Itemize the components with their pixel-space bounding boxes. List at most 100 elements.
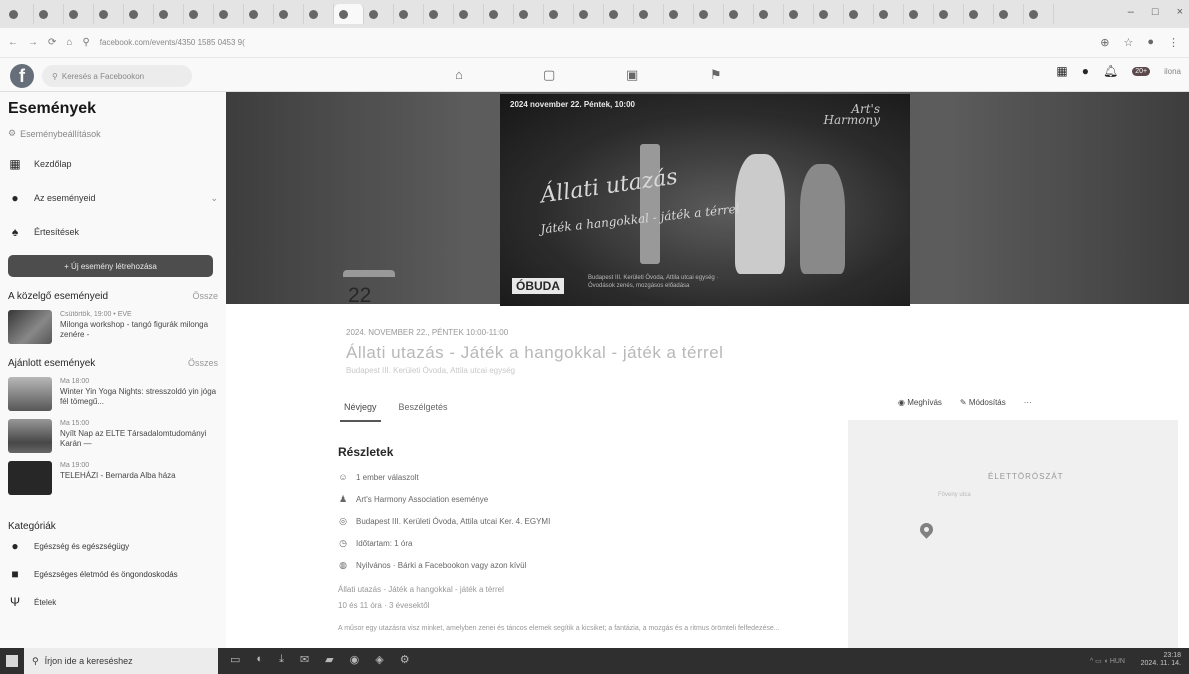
browser-tab[interactable]	[904, 4, 934, 24]
list-item[interactable]: Ma 15:00 Nyílt Nap az ELTE Társadalomtud…	[8, 419, 218, 453]
taskbar-icons: ▭ ◐ ⤓ ✉ ▰ ◉ ◈ ⚙	[230, 653, 410, 666]
list-item[interactable]: Csütörtök, 19:00 • EVE Milonga workshop …	[8, 310, 218, 344]
url-field[interactable]: facebook.com/events/4350 1585 0453 9(	[100, 38, 245, 47]
settings-icon[interactable]: ⚙	[400, 653, 410, 666]
chat-icon[interactable]: ✉	[300, 653, 309, 666]
event-text: Ma 15:00 Nyílt Nap az ELTE Társadalomtud…	[60, 419, 218, 449]
browser-tab[interactable]	[934, 4, 964, 24]
tab-discussion[interactable]: Beszélgetés	[395, 398, 452, 422]
browser-tab[interactable]	[154, 4, 184, 24]
user-name-tail[interactable]: ilona	[1164, 67, 1181, 76]
category-item[interactable]: Ψ Ételek	[8, 588, 218, 616]
system-clock[interactable]: 23:18 2024. 11. 14.	[1141, 652, 1181, 668]
map-pin-icon[interactable]	[917, 520, 936, 539]
clock-date: 2024. 11. 14.	[1140, 660, 1181, 667]
facebook-logo-icon[interactable]: f	[10, 64, 34, 88]
browser-tab[interactable]	[754, 4, 784, 24]
minimize-button[interactable]: –	[1128, 6, 1134, 18]
browser-tab[interactable]	[994, 4, 1024, 24]
sidebar-item-notifications[interactable]: ♠ Értesítések	[8, 215, 218, 249]
home-icon[interactable]: ⌂	[66, 37, 72, 48]
browser-tab[interactable]	[64, 4, 94, 24]
reload-icon[interactable]: ⟳	[48, 37, 56, 48]
browser-tab[interactable]	[364, 4, 394, 24]
browser-tab[interactable]	[694, 4, 724, 24]
event-map[interactable]: ÉLETTÖRÓSZÁT Föveny utca	[848, 420, 1178, 648]
browser-tab[interactable]	[184, 4, 214, 24]
browser-tab[interactable]	[394, 4, 424, 24]
detail-text[interactable]: Art's Harmony Association eseménye	[356, 495, 488, 504]
invite-button[interactable]: ◉ Meghívás	[898, 398, 942, 407]
event-settings-link[interactable]: ⚙ Eseménybeállítások	[8, 128, 218, 139]
browser-tab[interactable]	[664, 4, 694, 24]
close-button[interactable]: ×	[1177, 6, 1183, 18]
notifications-icon[interactable]: 🔔︎	[1103, 64, 1118, 78]
browser-tab[interactable]	[274, 4, 304, 24]
chrome-icon[interactable]: ◉	[350, 653, 360, 666]
browser-tab[interactable]	[424, 4, 454, 24]
browser-tab[interactable]	[334, 4, 364, 24]
browser-tab[interactable]	[814, 4, 844, 24]
create-event-button[interactable]: + Új esemény létrehozása	[8, 255, 213, 277]
browser-tab[interactable]	[514, 4, 544, 24]
list-item[interactable]: Ma 19:00 TELEHÁZI - Bernarda Alba háza	[8, 461, 218, 495]
browser-tab[interactable]	[544, 4, 574, 24]
browser-tab[interactable]	[784, 4, 814, 24]
browser-tab[interactable]	[244, 4, 274, 24]
taskbar-search-input[interactable]: ⚲ Írjon ide a kereséshez	[24, 648, 218, 674]
browser-tab[interactable]	[124, 4, 154, 24]
folder-icon[interactable]: ▰	[325, 653, 333, 666]
browser-tab[interactable]	[844, 4, 874, 24]
facebook-search-input[interactable]: ⚲ Keresés a Facebookon	[42, 65, 192, 87]
browser-tab[interactable]	[214, 4, 244, 24]
site-info-icon[interactable]: ⚲	[82, 37, 89, 48]
download-icon[interactable]: ⤓	[279, 653, 284, 666]
maximize-button[interactable]: □	[1152, 6, 1159, 18]
browser-tab[interactable]	[34, 4, 64, 24]
back-icon[interactable]: ←	[8, 37, 18, 48]
map-road-label: Föveny utca	[938, 492, 971, 498]
browser-tab[interactable]	[304, 4, 334, 24]
browser-tab[interactable]	[574, 4, 604, 24]
browser-tab[interactable]	[964, 4, 994, 24]
tab-favicon-icon	[189, 9, 198, 19]
home-nav-icon[interactable]: ⌂	[455, 67, 463, 82]
system-tray-icons[interactable]: ^ ▭ ◖ HUN	[1090, 657, 1125, 665]
sidebar-item-your-events[interactable]: ● Az eseményeid ⌄	[8, 181, 218, 215]
browser-tab[interactable]	[454, 4, 484, 24]
windows-start-icon[interactable]	[6, 655, 18, 667]
gaming-nav-icon[interactable]: ⚑	[710, 67, 722, 83]
video-nav-icon[interactable]: ▢	[543, 67, 555, 83]
chevron-down-icon[interactable]: ⌄	[210, 193, 218, 204]
task-view-icon[interactable]: ▭	[230, 653, 240, 666]
category-item[interactable]: ■ Egészséges életmód és öngondoskodás	[8, 560, 218, 588]
messenger-icon[interactable]: ●	[1082, 64, 1089, 78]
sidebar-item-home[interactable]: ▦ Kezdőlap	[8, 147, 218, 181]
browser-tab[interactable]	[4, 4, 34, 24]
list-item[interactable]: Ma 18:00 Winter Yin Yoga Nights: stressz…	[8, 377, 218, 411]
browser-taskbar-icon[interactable]: ◐	[256, 653, 263, 666]
tab-about[interactable]: Névjegy	[340, 398, 381, 422]
browser-tab[interactable]	[1024, 4, 1054, 24]
edit-button[interactable]: ✎ Módosítás	[960, 398, 1006, 407]
marketplace-nav-icon[interactable]: ▣	[626, 67, 638, 83]
browser-tab[interactable]	[874, 4, 904, 24]
zoom-icon[interactable]: ⊕	[1100, 36, 1109, 49]
bookmark-star-icon[interactable]: ☆	[1123, 36, 1133, 49]
app-icon[interactable]: ◈	[375, 653, 383, 666]
browser-tab[interactable]	[484, 4, 514, 24]
more-button[interactable]: ···	[1024, 398, 1032, 407]
event-location-line[interactable]: Budapest III. Kerületi Óvoda, Attila utc…	[346, 366, 515, 375]
browser-menu-icon[interactable]: ⋮	[1168, 36, 1179, 49]
forward-icon[interactable]: →	[28, 37, 38, 48]
suggested-see-all-link[interactable]: Összes	[188, 358, 218, 369]
profile-icon[interactable]: ●	[1147, 36, 1154, 49]
browser-tab[interactable]	[634, 4, 664, 24]
browser-tab[interactable]	[94, 4, 124, 24]
apps-grid-icon[interactable]: ▦	[1056, 64, 1067, 78]
browser-tab[interactable]	[724, 4, 754, 24]
browser-tab[interactable]	[604, 4, 634, 24]
upcoming-see-all-link[interactable]: Össze	[192, 291, 218, 302]
category-item[interactable]: ● Egészség és egészségügy	[8, 532, 218, 560]
detail-text[interactable]: Budapest III. Kerületi Óvoda, Attila utc…	[356, 517, 550, 526]
